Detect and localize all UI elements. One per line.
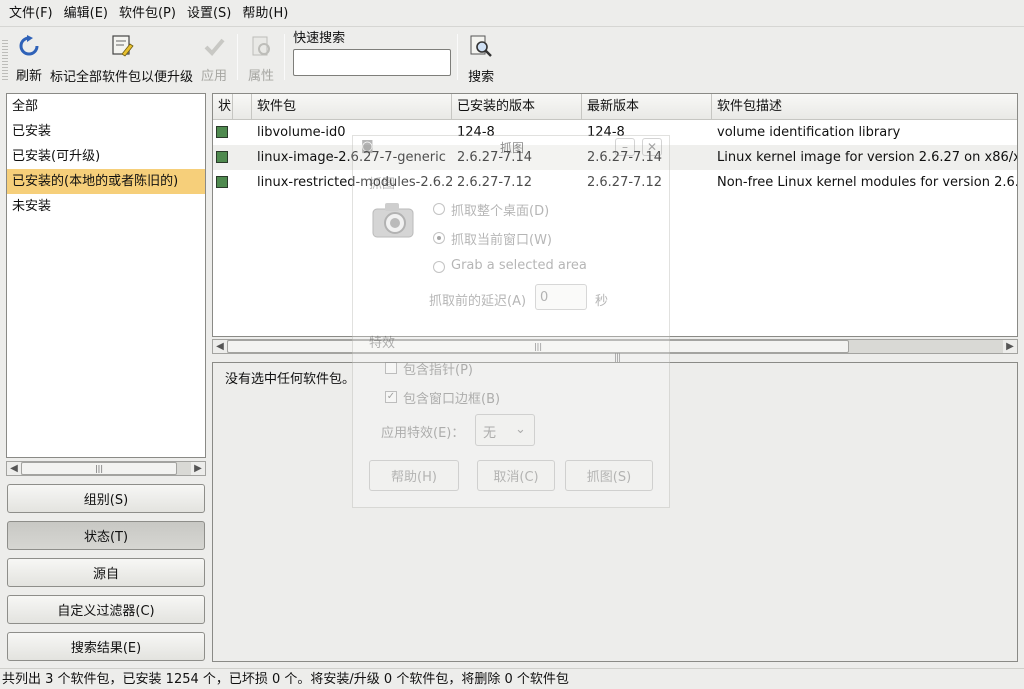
search-icon <box>469 34 493 58</box>
menu-edit[interactable]: 编辑(E) <box>59 0 113 27</box>
scroll-left-icon[interactable]: ◀ <box>7 462 21 475</box>
effects-section-label: 特效 <box>369 336 396 351</box>
installed-status-icon <box>216 126 228 138</box>
filter-item-all[interactable]: 全部 <box>7 94 205 119</box>
grab-window-radio[interactable] <box>433 232 445 244</box>
column-latest-version[interactable]: 最新版本 <box>582 94 712 120</box>
mark-all-upgrades-label: 标记全部软件包以便升级 <box>50 70 194 85</box>
column-package[interactable]: 软件包 <box>252 94 452 120</box>
close-icon[interactable]: ✕ <box>642 138 662 156</box>
status-text: 共列出 3 个软件包，已安装 1254 个，已坏损 0 个。将安装/升级 0 个… <box>2 672 569 687</box>
menu-package[interactable]: 软件包(P) <box>114 0 181 27</box>
include-border-label: 包含窗口边框(B) <box>403 392 501 407</box>
filter-list-scrollbar[interactable]: ◀ ||| ▶ <box>6 461 206 476</box>
apply-effect-value: 无 <box>483 426 497 441</box>
search-results-button-label: 搜索结果(E) <box>70 641 142 656</box>
status-button-label: 状态(T) <box>83 530 129 545</box>
mark-upgrades-icon <box>110 34 134 58</box>
installed-status-icon <box>216 176 228 188</box>
menu-help[interactable]: 帮助(H) <box>237 0 293 27</box>
properties-button[interactable]: 属性 <box>244 28 278 84</box>
grab-window-label: 抓取当前窗口(W) <box>451 233 552 248</box>
refresh-button[interactable]: 刷新 <box>12 28 46 84</box>
include-pointer-checkbox[interactable] <box>385 362 397 374</box>
minimize-icon[interactable]: – <box>615 138 635 156</box>
include-border-checkbox[interactable]: ✓ <box>385 391 397 403</box>
scroll-right-icon[interactable]: ▶ <box>191 462 205 475</box>
status-button[interactable]: 状态(T) <box>7 521 205 550</box>
mark-all-upgrades-button[interactable]: 标记全部软件包以便升级 <box>46 28 197 85</box>
apply-effect-label: 应用特效(E)： <box>381 426 465 441</box>
dialog-cancel-label: 取消(C) <box>493 470 539 485</box>
dialog-grab-label: 抓图(S) <box>586 470 632 485</box>
dialog-grab-button[interactable]: 抓图(S) <box>565 460 653 491</box>
toolbar-separator <box>284 34 286 80</box>
origin-button[interactable]: 源自 <box>7 558 205 587</box>
package-description: Linux kernel image for version 2.6.27 on… <box>717 150 1017 165</box>
quick-search-label: 快速搜索 <box>293 31 346 46</box>
custom-filters-button-label: 自定义过滤器(C) <box>57 604 155 619</box>
filter-list: 全部 已安装 已安装(可升级) 已安装的(本地的或者陈旧的) 未安装 <box>6 93 206 458</box>
dialog-help-button[interactable]: 帮助(H) <box>369 460 459 491</box>
filter-item-local-obsolete[interactable]: 已安装的(本地的或者陈旧的) <box>7 169 205 194</box>
table-header: 状 软件包 已安装的版本 最新版本 软件包描述 <box>213 94 1017 120</box>
screenshot-dialog: 抓图 ◙ – ✕ 抓图 抓取整个桌面(D) 抓取当前窗口(W) Grab a s… <box>352 135 670 508</box>
grab-section-label: 抓图 <box>369 177 396 192</box>
filter-item-upgradable[interactable]: 已安装(可升级) <box>7 144 205 169</box>
search-label: 搜索 <box>468 70 495 85</box>
toolbar-separator <box>457 34 459 80</box>
refresh-label: 刷新 <box>16 69 43 84</box>
dialog-help-label: 帮助(H) <box>391 470 437 485</box>
delay-value: 0 <box>540 290 549 305</box>
filter-item-installed[interactable]: 已安装 <box>7 119 205 144</box>
scroll-left-icon[interactable]: ◀ <box>213 340 227 353</box>
camera-icon <box>371 199 415 245</box>
grab-desktop-radio[interactable] <box>433 203 445 215</box>
properties-icon <box>249 34 273 57</box>
apply-button[interactable]: 应用 <box>197 28 231 84</box>
toolbar-grip[interactable] <box>2 40 8 80</box>
column-status[interactable]: 状 <box>213 94 233 120</box>
scroll-right-icon[interactable]: ▶ <box>1003 340 1017 353</box>
quick-search: 快速搜索 <box>293 28 452 76</box>
origin-button-label: 源自 <box>92 567 119 582</box>
quick-search-input[interactable] <box>293 49 452 76</box>
grab-area-radio[interactable] <box>433 261 445 273</box>
refresh-icon <box>17 34 41 57</box>
grab-area-label: Grab a selected area <box>451 258 587 273</box>
column-mark[interactable] <box>233 94 252 120</box>
package-description: Non-free Linux kernel modules for versio… <box>717 175 1017 190</box>
search-results-button[interactable]: 搜索结果(E) <box>7 632 205 661</box>
custom-filters-button[interactable]: 自定义过滤器(C) <box>7 595 205 624</box>
dialog-camera-icon: ◙ <box>361 139 374 154</box>
no-selection-message: 没有选中任何软件包。 <box>225 372 356 387</box>
filter-item-not-installed[interactable]: 未安装 <box>7 194 205 219</box>
grab-desktop-label: 抓取整个桌面(D) <box>451 204 550 219</box>
apply-check-icon <box>202 34 226 57</box>
delay-label: 抓取前的延迟(A) <box>429 294 527 309</box>
apply-label: 应用 <box>201 69 228 84</box>
package-description: volume identification library <box>717 125 901 140</box>
column-installed-version[interactable]: 已安装的版本 <box>452 94 582 120</box>
status-bar: 共列出 3 个软件包，已安装 1254 个，已坏损 0 个。将安装/升级 0 个… <box>0 668 1024 689</box>
include-pointer-label: 包含指针(P) <box>403 363 473 378</box>
properties-label: 属性 <box>248 69 275 84</box>
chevron-down-icon: ⌄ <box>515 422 526 437</box>
menubar: 文件(F) 编辑(E) 软件包(P) 设置(S) 帮助(H) <box>0 0 1024 27</box>
menu-settings[interactable]: 设置(S) <box>182 0 236 27</box>
dialog-cancel-button[interactable]: 取消(C) <box>477 460 555 491</box>
sections-button[interactable]: 组别(S) <box>7 484 205 513</box>
scrollbar-thumb[interactable]: ||| <box>21 462 177 475</box>
toolbar-separator <box>237 34 239 80</box>
installed-status-icon <box>216 151 228 163</box>
sections-button-label: 组别(S) <box>83 493 129 508</box>
menu-file[interactable]: 文件(F) <box>4 0 58 27</box>
column-description[interactable]: 软件包描述 <box>712 94 1017 120</box>
toolbar: 刷新 标记全部软件包以便升级 应用 属性 快速搜索 搜索 <box>0 28 1024 90</box>
delay-unit: 秒 <box>595 294 609 309</box>
search-button[interactable]: 搜索 <box>464 28 498 85</box>
